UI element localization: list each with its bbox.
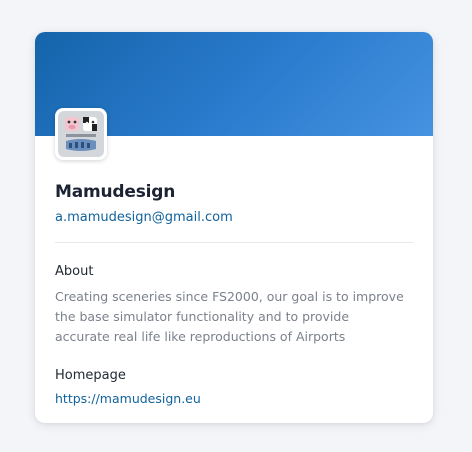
homepage-label: Homepage: [55, 368, 126, 383]
avatar: [55, 108, 107, 160]
about-text: Creating sceneries since FS2000, our goa…: [55, 289, 404, 344]
mamudesign-logo-icon: [58, 111, 104, 157]
profile-card: Mamudesign a.mamudesign@gmail.com About …: [35, 32, 433, 423]
email-link[interactable]: a.mamudesign@gmail.com: [55, 210, 233, 225]
profile-name: Mamudesign: [55, 182, 176, 202]
about-label: About: [55, 264, 94, 279]
homepage-link[interactable]: https://mamudesign.eu: [55, 391, 201, 406]
divider: [55, 242, 413, 243]
